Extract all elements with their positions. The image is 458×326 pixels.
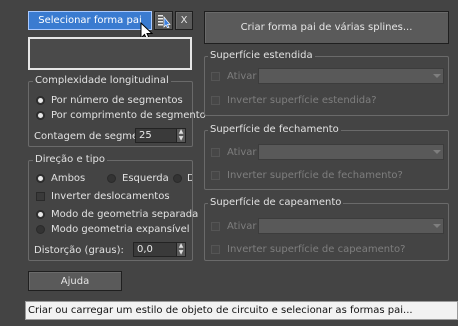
closing-surface-title: Superfície de fechamento	[208, 124, 341, 136]
clear-label: X	[180, 15, 188, 26]
longitudinal-complexity-title: Complexidade longitudinal	[33, 75, 171, 87]
by-length-label: Por comprimento de segmento	[51, 110, 206, 121]
distortion-label: Distorção (graus):	[34, 245, 124, 256]
distortion-field[interactable]: 0,0 ▲ ▼	[133, 242, 186, 257]
right-label: Direi	[187, 173, 192, 184]
capping-surface-dropdown[interactable]	[258, 218, 444, 234]
chevron-down-icon	[433, 74, 441, 78]
by-segments-label: Por número de segmentos	[51, 95, 183, 106]
capping-enable-checkbox[interactable]	[211, 222, 220, 231]
capping-invert-checkbox[interactable]	[211, 245, 220, 254]
radio-separate-geometry[interactable]	[36, 210, 45, 219]
radio-right[interactable]	[173, 174, 182, 183]
closing-invert-label: Inverter superfície de fechamento?	[227, 170, 403, 181]
radio-by-segments[interactable]	[36, 96, 45, 105]
expansive-geometry-label: Modo geometria expansível	[51, 224, 190, 235]
pick-cursor-icon	[157, 14, 171, 28]
radio-both[interactable]	[36, 174, 45, 183]
invert-offsets-checkbox[interactable]	[36, 192, 45, 201]
select-parent-shape-label: Selecionar forma pai	[38, 15, 142, 26]
help-button[interactable]: Ajuda	[28, 271, 122, 291]
create-parent-label: Criar forma pai de várias splines...	[240, 22, 413, 33]
extended-invert-checkbox[interactable]	[211, 96, 220, 105]
chevron-down-icon	[433, 150, 441, 154]
extended-enable-label: Ativar	[227, 71, 257, 82]
chevron-down-icon	[433, 224, 441, 228]
clear-parent-button[interactable]: X	[175, 11, 193, 30]
help-label: Ajuda	[60, 275, 90, 287]
capping-surface-title: Superfície de capeamento	[208, 197, 344, 209]
separate-geometry-label: Modo de geometria separada	[51, 209, 199, 220]
status-text: Criar ou carregar um estilo de objeto de…	[28, 305, 413, 316]
radio-expansive-geometry[interactable]	[36, 225, 45, 234]
pick-shape-button[interactable]	[154, 11, 173, 30]
capping-invert-label: Inverter superfície de capeamento?	[227, 244, 406, 255]
create-parent-from-splines-button[interactable]: Criar forma pai de várias splines...	[204, 11, 449, 44]
status-bar: Criar ou carregar um estilo de objeto de…	[25, 301, 458, 320]
distortion-value: 0,0	[137, 244, 153, 255]
closing-enable-checkbox[interactable]	[211, 148, 220, 157]
both-label: Ambos	[51, 173, 86, 184]
extended-surface-title: Superfície estendida	[208, 50, 315, 62]
distortion-spinner[interactable]: ▲ ▼	[176, 243, 185, 256]
segment-count-spinner[interactable]: ▲ ▼	[176, 129, 185, 142]
closing-enable-label: Ativar	[227, 147, 257, 158]
extended-surface-group	[204, 56, 449, 116]
extended-surface-dropdown[interactable]	[258, 68, 444, 84]
closing-surface-dropdown[interactable]	[258, 144, 444, 160]
closing-invert-checkbox[interactable]	[211, 171, 220, 180]
invert-offsets-label: Inverter deslocamentos	[51, 191, 170, 202]
segment-count-field[interactable]: 25 ▲ ▼	[135, 128, 186, 143]
radio-by-length[interactable]	[36, 111, 45, 120]
extended-invert-label: Inverter superfície estendida?	[227, 95, 377, 106]
select-parent-shape-button[interactable]: Selecionar forma pai	[28, 11, 152, 30]
parent-shape-name-box[interactable]	[28, 37, 192, 70]
segment-count-label: Contagem de segme	[34, 131, 139, 142]
extended-enable-checkbox[interactable]	[211, 72, 220, 81]
radio-left[interactable]	[107, 174, 116, 183]
left-label: Esquerda	[122, 173, 169, 184]
segment-count-value: 25	[139, 130, 152, 141]
direction-type-title: Direção e tipo	[33, 154, 107, 166]
capping-enable-label: Ativar	[227, 221, 257, 232]
